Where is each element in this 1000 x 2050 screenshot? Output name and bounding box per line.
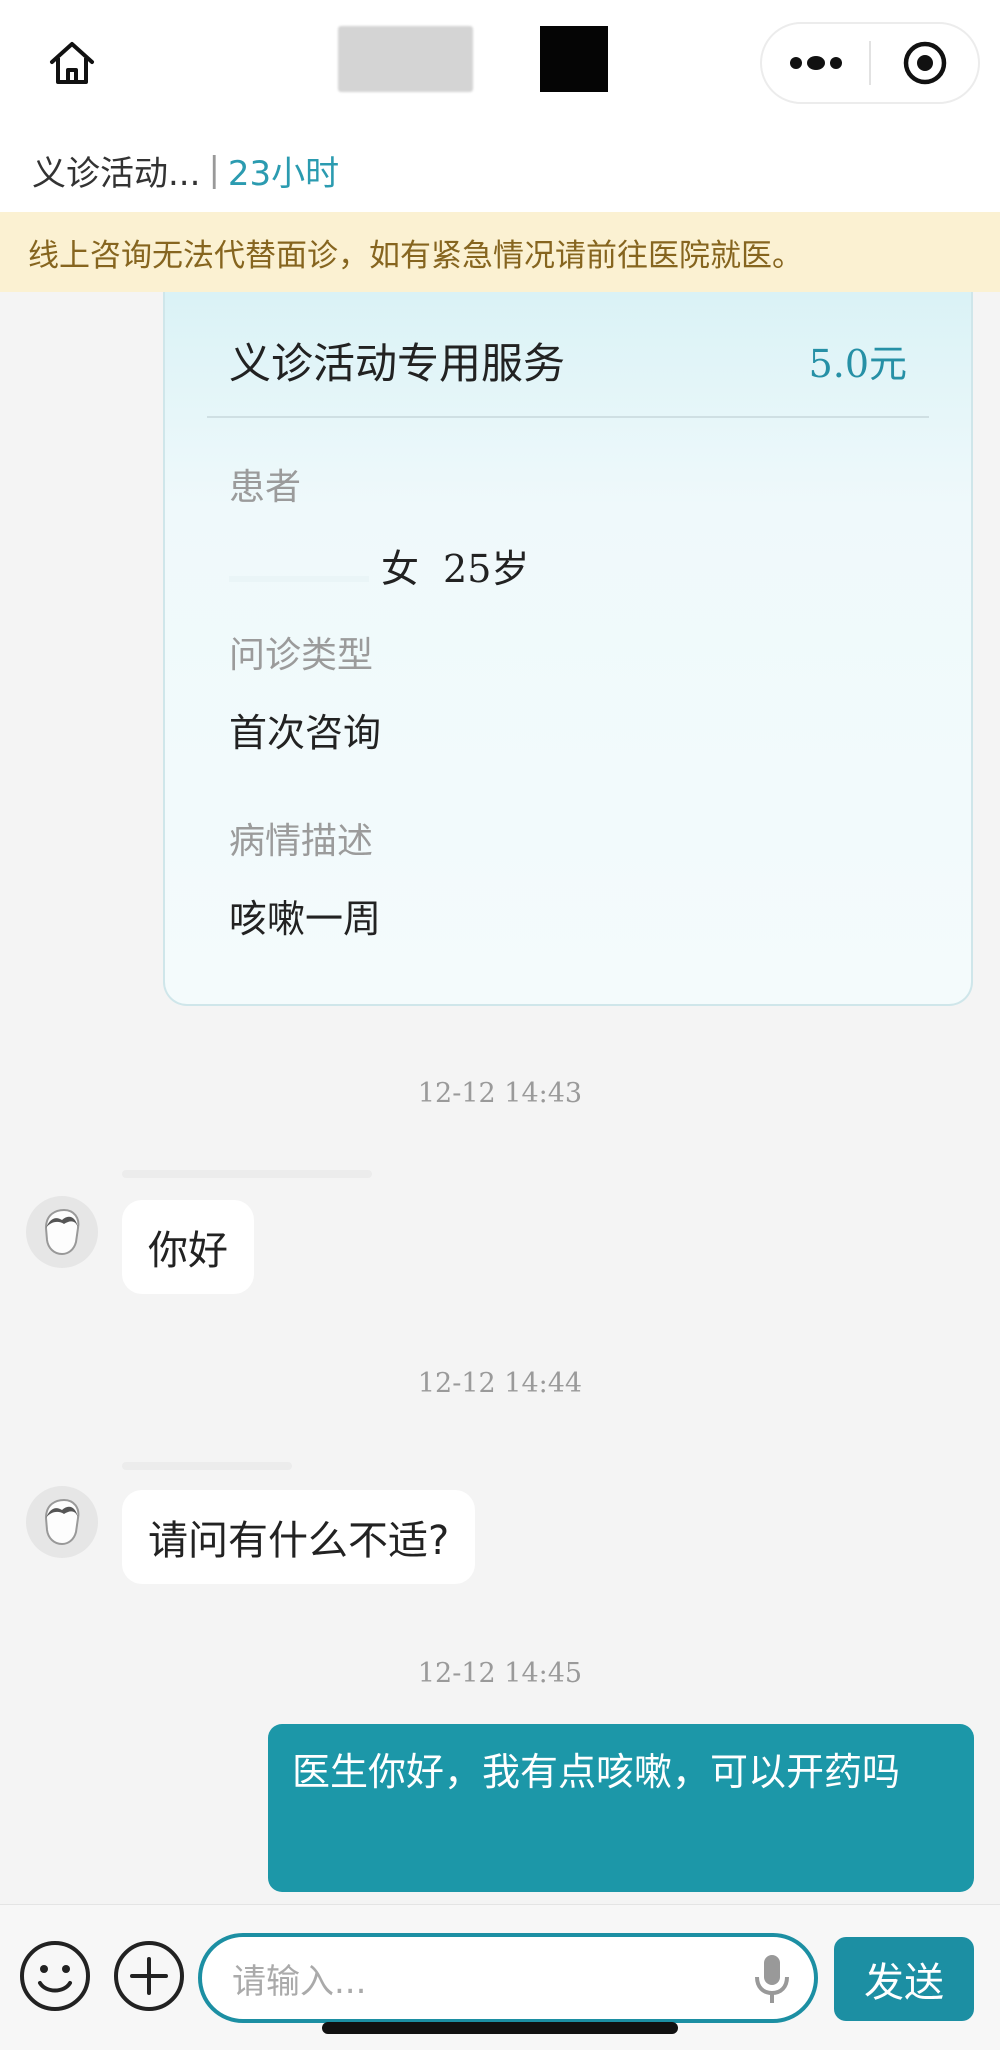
patient-label: 患者: [229, 467, 302, 508]
emoji-button[interactable]: [18, 1939, 92, 2013]
remaining-time: 23小时: [227, 153, 340, 194]
input-placeholder: 请输入...: [232, 1961, 367, 2002]
send-label: 发送: [864, 1960, 944, 2006]
activity-name: 义诊活动...: [32, 153, 201, 194]
message-text: 你好: [148, 1228, 228, 1274]
patient-age: 25岁: [443, 547, 530, 591]
message-timestamp: 12-12 14:45: [417, 1658, 583, 1689]
title-separator: |: [208, 150, 220, 190]
doctor-avatar-icon: [44, 1208, 80, 1256]
message-text: 请问有什么不适?: [148, 1518, 450, 1564]
redacted-logo-block: [540, 26, 608, 92]
emoji-icon: [20, 1941, 90, 2011]
doctor-message-bubble: 请问有什么不适?: [122, 1490, 476, 1584]
condition-value: 咳嗽一周: [229, 897, 382, 941]
condition-label: 病情描述: [229, 821, 374, 862]
card-header: 义诊活动专用服务 5.0元: [229, 328, 907, 392]
message-timestamp: 12-12 14:43: [417, 1078, 583, 1109]
navbar: [0, 0, 1000, 128]
patient-message-bubble: 医生你好，我有点咳嗽，可以开药吗: [268, 1724, 974, 1892]
notice-text: 线上咨询无法代替面诊，如有紧急情况请前往医院就医。: [28, 237, 803, 274]
chat-page: 义诊活动... | 23小时 线上咨询无法代替面诊，如有紧急情况请前往医院就医。…: [0, 0, 1000, 2050]
mini-program-capsule: [760, 22, 980, 104]
close-icon: [903, 41, 946, 85]
message-input[interactable]: 请输入...: [198, 1933, 818, 2023]
message-text: 医生你好，我有点咳嗽，可以开药吗: [292, 1750, 901, 1794]
service-price: 5.0元: [808, 341, 907, 386]
home-indicator: [322, 2022, 678, 2034]
plus-icon: [114, 1941, 184, 2011]
consult-type-value: 首次咨询: [229, 711, 382, 755]
service-title: 义诊活动专用服务: [229, 338, 566, 388]
redacted-sender-name: [122, 1170, 372, 1178]
disclaimer-notice: 线上咨询无法代替面诊，如有紧急情况请前往医院就医。: [0, 212, 1000, 292]
more-icon: [789, 56, 842, 70]
doctor-avatar[interactable]: [26, 1196, 98, 1268]
voice-button[interactable]: [752, 1953, 792, 2005]
redacted-patient-name: [229, 576, 369, 582]
send-button[interactable]: 发送: [834, 1937, 974, 2021]
plus-button[interactable]: [112, 1939, 186, 2013]
more-button[interactable]: [762, 24, 869, 102]
redacted-sender-name: [122, 1462, 292, 1470]
doctor-avatar-icon: [44, 1498, 80, 1546]
doctor-avatar[interactable]: [26, 1486, 98, 1558]
card-divider: [207, 416, 929, 418]
message-timestamp: 12-12 14:44: [417, 1368, 583, 1399]
service-card: 义诊活动专用服务 5.0元 患者 女 25岁 问诊类型 首次咨询 病情描述 咳嗽…: [163, 292, 973, 1006]
chat-title-row: 义诊活动... | 23小时: [0, 128, 1000, 212]
doctor-message-bubble: 你好: [122, 1200, 254, 1294]
patient-gender: 女: [381, 547, 420, 591]
consult-type-label: 问诊类型: [229, 635, 374, 676]
close-button[interactable]: [871, 24, 978, 102]
home-button[interactable]: [40, 32, 104, 96]
home-icon: [50, 42, 94, 84]
redacted-title-block: [338, 26, 473, 92]
microphone-icon: [755, 1955, 789, 2003]
patient-info: 女 25岁: [229, 538, 529, 593]
